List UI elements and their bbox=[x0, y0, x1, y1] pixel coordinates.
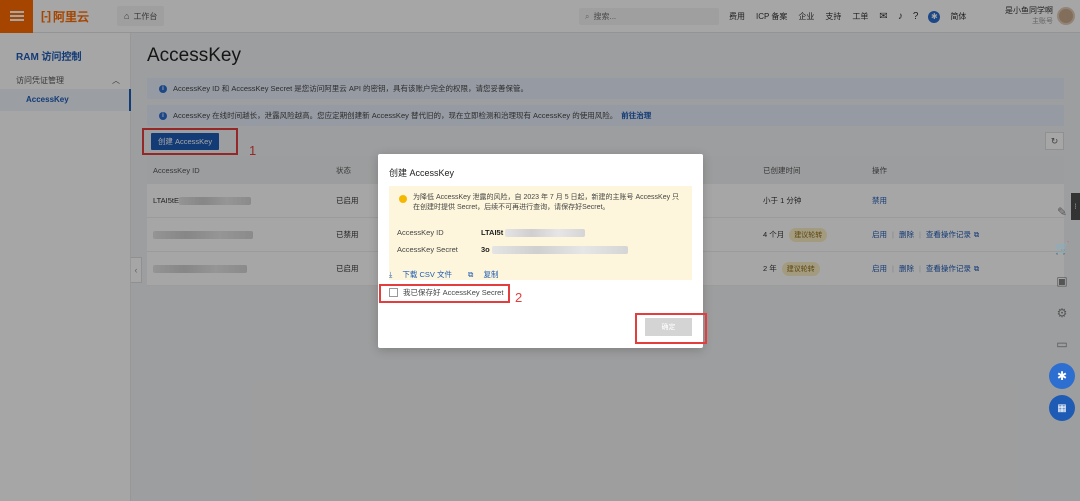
chat-icon[interactable]: ▭ bbox=[1049, 331, 1075, 357]
apps-grid-icon[interactable]: ▦ bbox=[1049, 395, 1075, 421]
dialog-actions-links: ⤓ 下载 CSV 文件 ⧉ 复制 bbox=[389, 269, 514, 280]
dialog-title: 创建 AccessKey bbox=[389, 168, 455, 178]
redacted-mask bbox=[491, 245, 628, 254]
cart-icon[interactable]: 🛒 bbox=[1049, 235, 1075, 261]
edit-icon[interactable]: ✎ bbox=[1049, 199, 1075, 225]
annotation-label-2: 2 bbox=[515, 290, 523, 305]
warning-icon bbox=[399, 195, 407, 203]
annotation-box-3 bbox=[635, 313, 707, 344]
accesskey-id-row: AccessKey ID LTAI5t bbox=[397, 228, 586, 237]
download-csv-link[interactable]: ⤓ 下载 CSV 文件 bbox=[389, 269, 460, 280]
accesskey-id-label: AccessKey ID bbox=[397, 228, 444, 237]
copy-link[interactable]: ⧉ 复制 bbox=[468, 269, 506, 280]
warning-panel: 为降低 AccessKey 泄露的风险，自 2023 年 7 月 5 日起，新建… bbox=[389, 186, 692, 280]
settings-icon[interactable]: ⚙ bbox=[1049, 300, 1075, 326]
annotation-box-2 bbox=[379, 284, 510, 303]
accesskey-secret-value[interactable]: 3o bbox=[481, 245, 490, 254]
redacted-mask bbox=[505, 228, 586, 237]
accesskey-id-value[interactable]: LTAI5t bbox=[481, 228, 503, 237]
accesskey-secret-label: AccessKey Secret bbox=[397, 245, 458, 254]
calculator-icon[interactable]: ▣ bbox=[1049, 268, 1075, 294]
download-icon: ⤓ bbox=[389, 270, 393, 279]
copy-label: 复制 bbox=[483, 270, 499, 279]
download-csv-label: 下载 CSV 文件 bbox=[402, 270, 453, 279]
assistant-icon[interactable]: ✱ bbox=[1049, 363, 1075, 389]
copy-icon: ⧉ bbox=[468, 270, 474, 279]
accesskey-secret-row: AccessKey Secret 3o bbox=[397, 245, 628, 254]
warning-text: 为降低 AccessKey 泄露的风险，自 2023 年 7 月 5 日起，新建… bbox=[413, 194, 680, 211]
